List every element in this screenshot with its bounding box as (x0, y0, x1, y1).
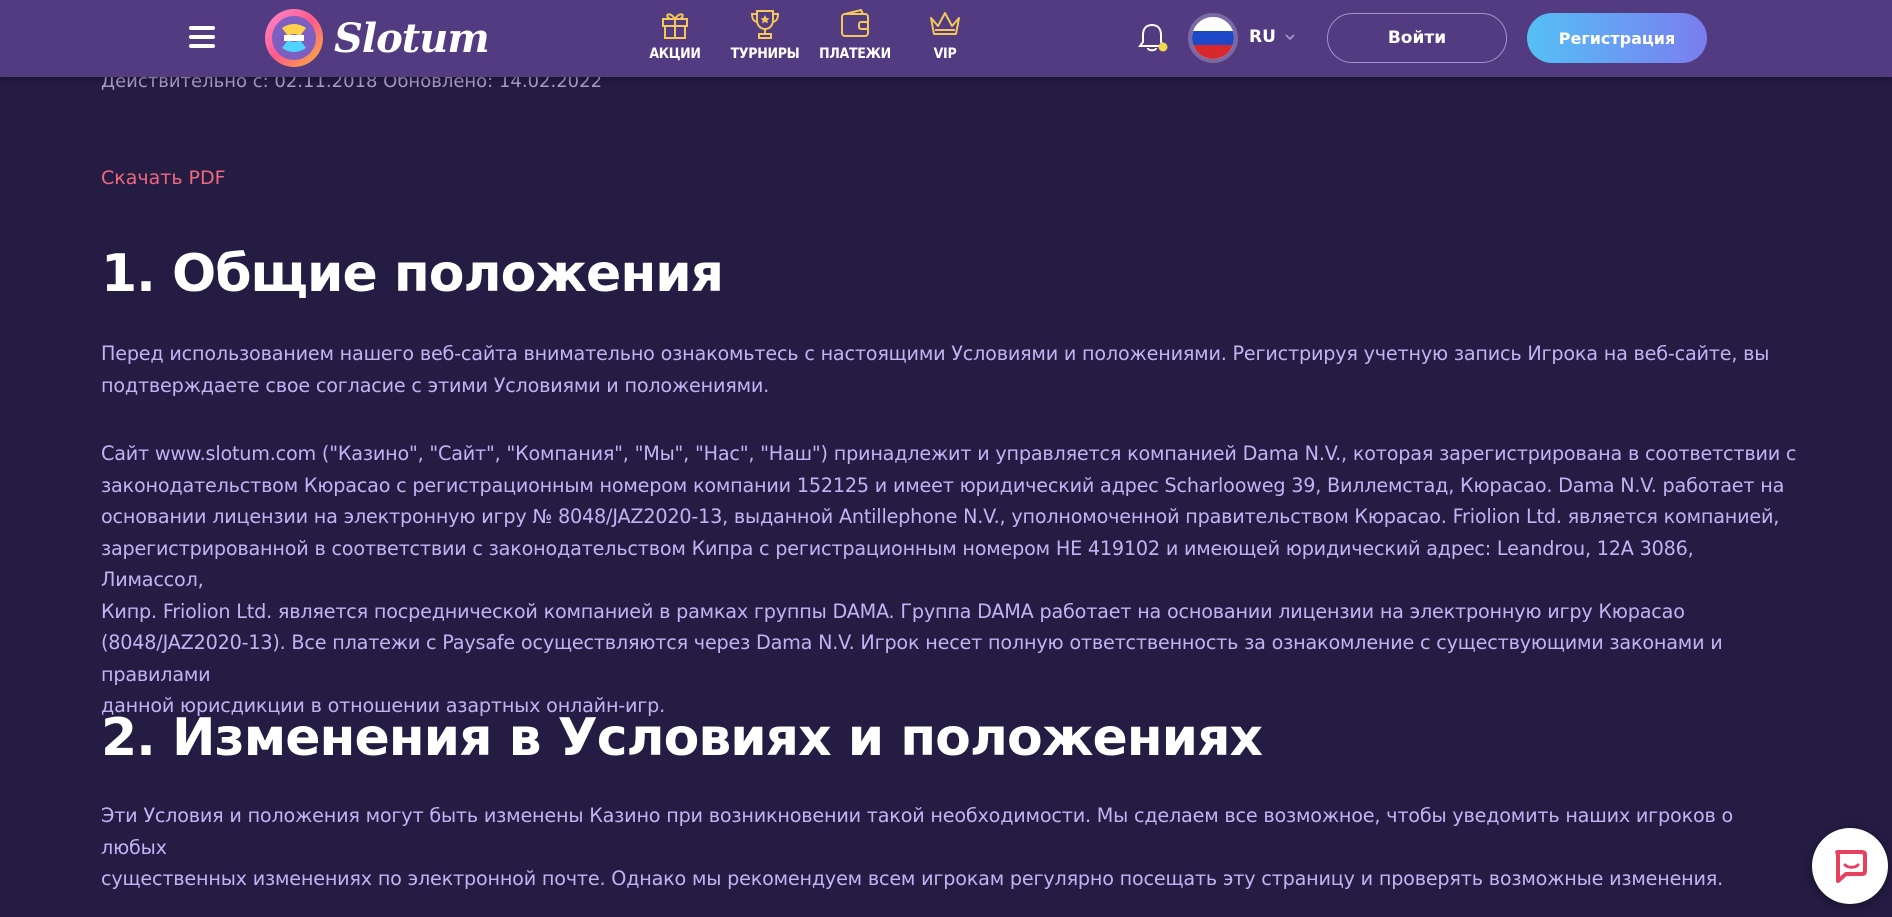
paragraph-line: (8048/JAZ2020-13). Все платежи с Paysafe… (101, 631, 1723, 686)
chat-icon (1835, 850, 1867, 883)
paragraph-line: существенных изменениях по электронной п… (101, 867, 1724, 890)
nav-promotions[interactable]: АКЦИИ (630, 6, 720, 62)
bell-icon[interactable] (1134, 20, 1170, 56)
paragraph-line: зарегистрированной в соответствии с зако… (101, 536, 1694, 592)
paragraph-line: Перед использованием нашего веб-сайта вн… (101, 342, 1770, 365)
nav-tournaments[interactable]: ТУРНИРЫ (720, 6, 810, 62)
chevron-down-icon (1285, 34, 1295, 41)
trophy-icon (750, 10, 780, 39)
menu-icon[interactable] (189, 26, 215, 48)
gift-icon (662, 13, 688, 39)
section-1-paragraph-2: Сайт www.slotum.com ("Казино", "Сайт", "… (101, 438, 1801, 722)
nav-payments[interactable]: ПЛАТЕЖИ (810, 6, 900, 62)
paragraph-line: законодательством Кюрасао с регистрацион… (101, 473, 1785, 497)
paragraph-line: Кипр. Friolion Ltd. является посредничес… (101, 599, 1685, 623)
paragraph-line: основании лицензии на электронную игру №… (101, 505, 1780, 528)
wallet-icon (841, 8, 869, 37)
nav-label: ТУРНИРЫ (730, 46, 800, 62)
section-2-paragraph-1: Эти Условия и положения могут быть измен… (101, 800, 1801, 895)
section-2-title: 2. Изменения в Условиях и положениях (101, 708, 1263, 768)
russian-flag-icon[interactable] (1188, 13, 1238, 63)
language-code: RU (1249, 27, 1276, 47)
crown-icon (930, 12, 960, 35)
nav-vip[interactable]: VIP (900, 6, 990, 62)
paragraph-line: подтверждаете свое согласие с этими Усло… (101, 373, 770, 397)
nav-label: АКЦИИ (649, 46, 701, 62)
nav-label: VIP (933, 46, 957, 62)
paragraph-line: Сайт www.slotum.com ("Казино", "Сайт", "… (101, 442, 1797, 465)
paragraph-line: Эти Условия и положения могут быть измен… (101, 804, 1734, 859)
download-pdf-link[interactable]: Скачать PDF (101, 167, 226, 189)
language-selector[interactable]: RU (1249, 27, 1296, 47)
top-header: Slotum АКЦИИ ТУРНИРЫ ПЛАТЕЖИ VIP RU Войт… (0, 0, 1892, 77)
section-1-title: 1. Общие положения (101, 244, 724, 304)
nav-label: ПЛАТЕЖИ (819, 46, 891, 62)
chat-button[interactable] (1812, 828, 1888, 904)
logo-text: Slotum (334, 14, 490, 62)
register-button[interactable]: Регистрация (1527, 13, 1707, 63)
section-1-paragraph-1: Перед использованием нашего веб-сайта вн… (101, 338, 1801, 401)
main-nav: АКЦИИ ТУРНИРЫ ПЛАТЕЖИ VIP (630, 6, 990, 62)
logo[interactable]: Slotum (262, 6, 490, 70)
slotum-logo-icon (265, 9, 323, 67)
login-button[interactable]: Войти (1327, 13, 1507, 63)
